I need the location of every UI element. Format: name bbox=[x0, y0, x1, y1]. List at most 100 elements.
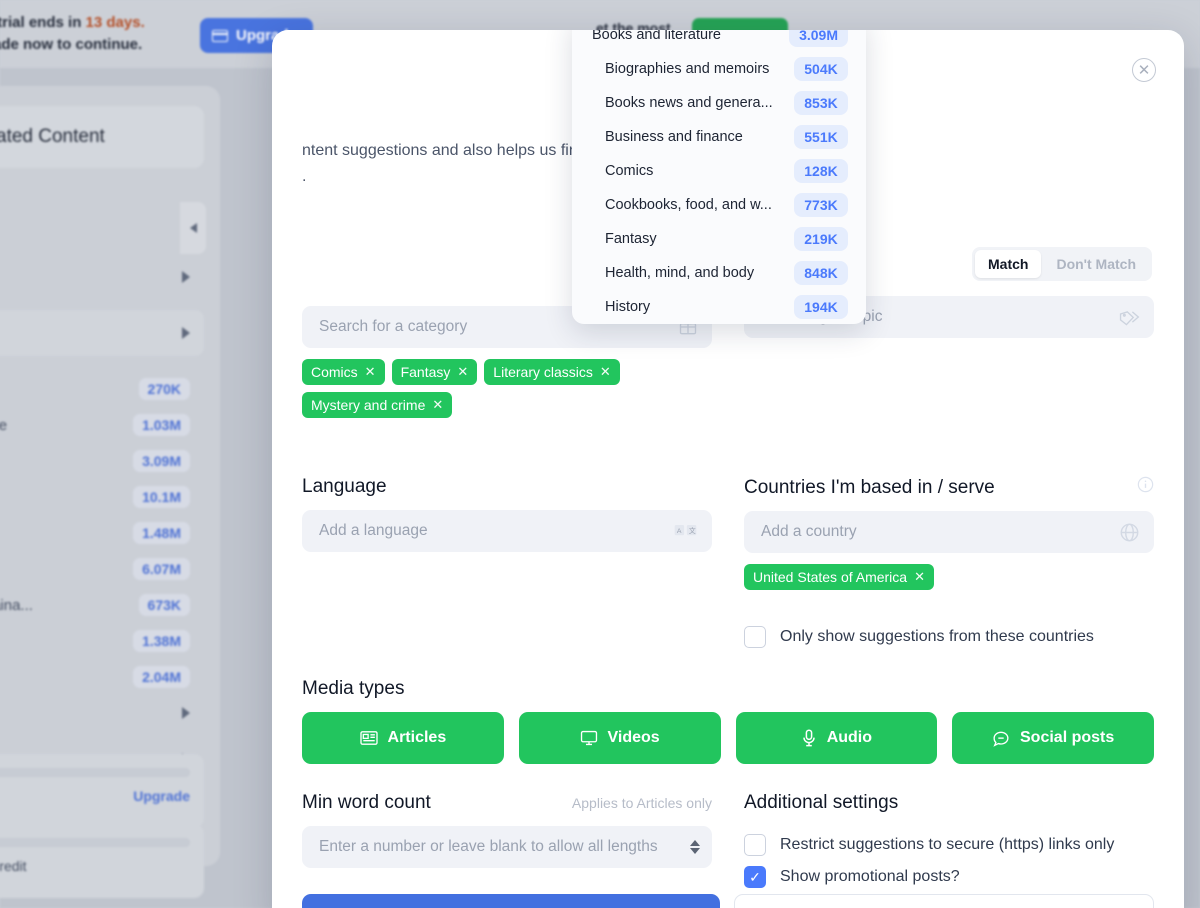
additional-settings-title: Additional settings bbox=[744, 792, 1154, 814]
chip-remove-icon[interactable]: ✕ bbox=[600, 364, 611, 380]
dropdown-item-count: 504K bbox=[794, 57, 848, 81]
show-promotional-checkbox[interactable]: ✓ bbox=[744, 866, 766, 888]
chip-remove-icon[interactable]: ✕ bbox=[432, 397, 443, 413]
chip-remove-icon[interactable]: ✕ bbox=[457, 364, 468, 380]
country-placeholder: Add a country bbox=[761, 523, 1119, 541]
save-button[interactable] bbox=[302, 894, 720, 908]
restrict-https-checkbox[interactable] bbox=[744, 834, 766, 856]
close-icon[interactable]: ✕ bbox=[1132, 58, 1156, 82]
left-panel-row[interactable] bbox=[0, 310, 204, 356]
bottom-grid: Min word count Applies to Articles only … bbox=[302, 792, 1154, 888]
dropdown-item[interactable]: History 194K bbox=[572, 290, 866, 324]
chevron-right-icon bbox=[182, 271, 190, 283]
only-show-countries-row[interactable]: Only show suggestions from these countri… bbox=[744, 626, 1154, 648]
left-panel-title: ated Content bbox=[0, 106, 204, 168]
promo-bar bbox=[0, 838, 190, 847]
row-count: 3.09M bbox=[133, 450, 190, 472]
media-button-social-posts[interactable]: Social posts bbox=[952, 712, 1154, 764]
dropdown-item-count: 3.09M bbox=[789, 30, 848, 47]
dropdown-item-count: 219K bbox=[794, 227, 848, 251]
chip-label: Mystery and crime bbox=[311, 397, 425, 413]
row-count: 1.03M bbox=[133, 414, 190, 436]
dropdown-item-label: History bbox=[605, 299, 794, 315]
dropdown-item-label: Comics bbox=[605, 163, 794, 179]
dropdown-item-label: Books news and genera... bbox=[605, 95, 794, 111]
dropdown-item[interactable]: Comics 128K bbox=[572, 154, 866, 188]
category-chips: Comics ✕ Fantasy ✕ Literary classics✕ Myst… bbox=[302, 359, 712, 418]
collapse-panel-button[interactable] bbox=[180, 202, 206, 254]
media-button-articles[interactable]: Articles bbox=[302, 712, 504, 764]
country-input[interactable]: Add a country bbox=[744, 511, 1154, 553]
only-show-countries-checkbox[interactable] bbox=[744, 626, 766, 648]
chip-remove-icon[interactable]: ✕ bbox=[365, 364, 376, 380]
only-show-countries-label: Only show suggestions from these countri… bbox=[780, 628, 1094, 646]
dropdown-item[interactable]: Cookbooks, food, and w... 773K bbox=[572, 188, 866, 222]
min-word-count-column: Min word count Applies to Articles only … bbox=[302, 792, 712, 888]
row-label: on bbox=[0, 561, 133, 578]
trial-banner-line1: ur trial ends in bbox=[0, 14, 86, 31]
credit-card-promo: e to get a free credit bbox=[0, 824, 204, 898]
dropdown-item-label: Biographies and memoirs bbox=[605, 61, 794, 77]
usage-progress-bar bbox=[0, 768, 190, 777]
stepper-down-icon[interactable] bbox=[690, 848, 700, 854]
dropdown-item-count: 551K bbox=[794, 125, 848, 149]
row-count: 10.1M bbox=[133, 486, 190, 508]
number-stepper[interactable] bbox=[690, 840, 700, 854]
chat-bubble-icon bbox=[992, 730, 1010, 747]
left-panel-row[interactable] bbox=[0, 254, 204, 300]
translate-icon: A 文 bbox=[674, 523, 698, 539]
row-label: nd literature bbox=[0, 453, 133, 470]
info-icon[interactable] bbox=[1137, 476, 1154, 499]
credit-card-icon bbox=[212, 30, 228, 42]
chevron-right-icon bbox=[182, 707, 190, 719]
dropdown-item-count: 848K bbox=[794, 261, 848, 285]
media-button-label: Articles bbox=[388, 729, 447, 747]
dropdown-item[interactable]: Business and finance 551K bbox=[572, 120, 866, 154]
usage-card: l this month Upgrade bbox=[0, 754, 204, 828]
dropdown-item[interactable]: Books and literature 3.09M bbox=[572, 30, 866, 52]
cancel-button[interactable] bbox=[734, 894, 1154, 908]
additional-settings-title-text: Additional settings bbox=[744, 792, 898, 814]
dropdown-item[interactable]: Books news and genera... 853K bbox=[572, 86, 866, 120]
media-button-label: Social posts bbox=[1020, 729, 1114, 747]
media-button-videos[interactable]: Videos bbox=[519, 712, 721, 764]
dropdown-item-count: 128K bbox=[794, 159, 848, 183]
chip-label: United States of America bbox=[753, 569, 907, 585]
min-word-count-input[interactable]: Enter a number or leave blank to allow a… bbox=[302, 826, 712, 868]
dropdown-item[interactable]: Health, mind, and body 848K bbox=[572, 256, 866, 290]
left-side-panel: ated Content ive 270K & personal care 1.… bbox=[0, 86, 220, 866]
row-count: 1.48M bbox=[133, 522, 190, 544]
chip-label: Comics bbox=[311, 364, 358, 380]
restrict-https-row[interactable]: Restrict suggestions to secure (https) l… bbox=[744, 834, 1154, 856]
chip[interactable]: Mystery and crime ✕ bbox=[302, 392, 452, 418]
usage-upgrade-link[interactable]: Upgrade bbox=[133, 788, 190, 804]
language-column: Language Add a language A 文 bbox=[302, 476, 712, 648]
media-types-title-text: Media types bbox=[302, 678, 404, 700]
audience-settings-modal: ✕ ntent suggestions and also helps us fi… bbox=[272, 30, 1184, 908]
chip[interactable]: Comics ✕ bbox=[302, 359, 385, 385]
tag-icon bbox=[1118, 307, 1140, 327]
chip-label: Fantasy bbox=[401, 364, 451, 380]
dropdown-item[interactable]: Fantasy 219K bbox=[572, 222, 866, 256]
dropdown-item[interactable]: Biographies and memoirs 504K bbox=[572, 52, 866, 86]
stepper-up-icon[interactable] bbox=[690, 840, 700, 846]
microphone-icon bbox=[801, 729, 817, 747]
language-input[interactable]: Add a language A 文 bbox=[302, 510, 712, 552]
svg-text:文: 文 bbox=[689, 526, 696, 535]
dropdown-item-label: Health, mind, and body bbox=[605, 265, 794, 281]
show-promotional-row[interactable]: ✓ Show promotional posts? bbox=[744, 866, 1154, 888]
chip-remove-icon[interactable]: ✕ bbox=[914, 569, 925, 585]
row-count: 2.04M bbox=[133, 666, 190, 688]
modal-footer bbox=[302, 894, 1154, 908]
language-section-title: Language bbox=[302, 476, 712, 498]
dropdown-item-label: Cookbooks, food, and w... bbox=[605, 197, 794, 213]
category-dropdown[interactable]: Books and literature 3.09M Biographies a… bbox=[572, 30, 866, 324]
media-button-audio[interactable]: Audio bbox=[736, 712, 938, 764]
restrict-https-label: Restrict suggestions to secure (https) l… bbox=[780, 836, 1114, 854]
chip[interactable]: Literary classics✕ bbox=[484, 359, 620, 385]
chip[interactable]: Fantasy ✕ bbox=[392, 359, 478, 385]
row-label: s bbox=[0, 489, 133, 506]
dropdown-item-count: 773K bbox=[794, 193, 848, 217]
left-panel-row[interactable]: rs bbox=[0, 690, 204, 736]
chip[interactable]: United States of America ✕ bbox=[744, 564, 934, 590]
